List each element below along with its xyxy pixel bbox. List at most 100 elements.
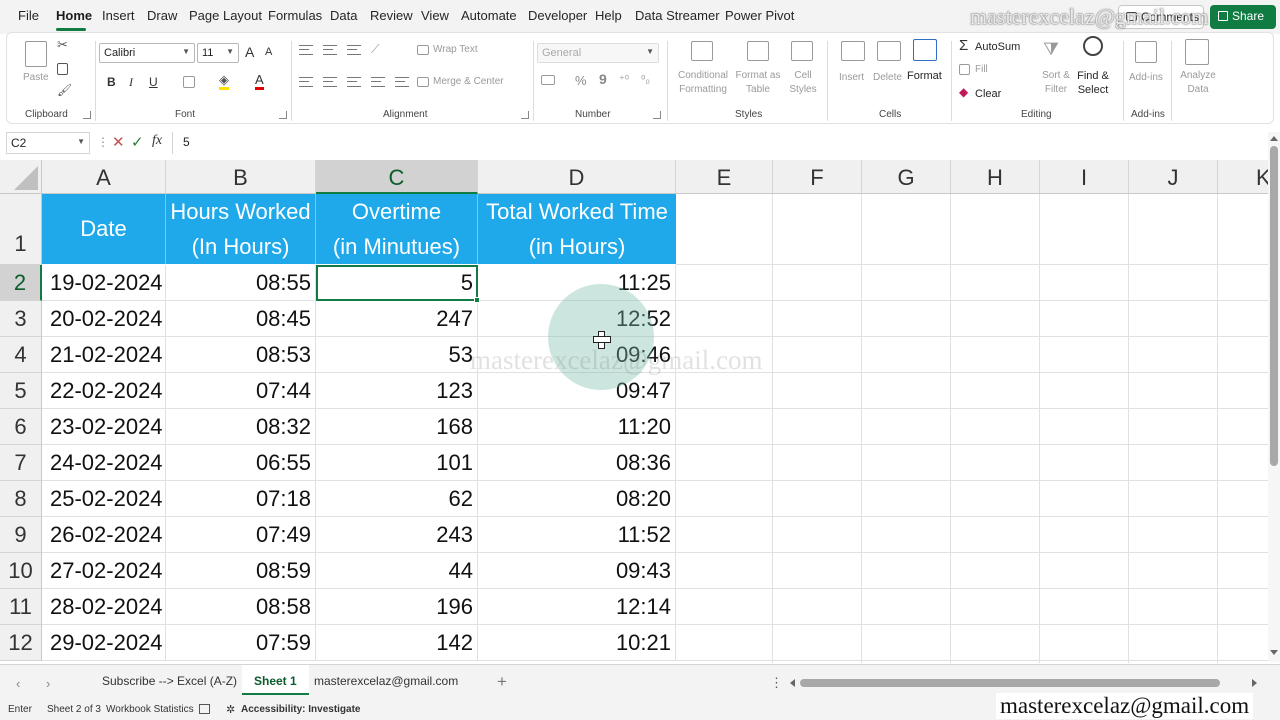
alignment-dialog-launcher-icon[interactable] — [521, 111, 529, 119]
tab-home[interactable]: Home — [56, 8, 92, 23]
italic-button[interactable]: I — [129, 75, 133, 90]
accessibility-status[interactable]: Accessibility: Investigate — [241, 704, 361, 715]
column-header-f[interactable]: F — [773, 160, 862, 194]
date-cell[interactable]: 28-02-2024 — [42, 589, 166, 625]
tab-view[interactable]: View — [421, 8, 449, 23]
header-cell-date[interactable]: Date — [42, 194, 166, 264]
column-header-j[interactable]: J — [1129, 160, 1218, 194]
insert-cells-button[interactable]: Insert — [839, 71, 864, 85]
sort-filter-button[interactable]: Sort & Filter — [1039, 69, 1073, 97]
row-header-10[interactable]: 10 — [0, 553, 42, 589]
header-cell-overtime[interactable]: Overtime (in Minutues) — [316, 194, 478, 264]
format-as-table-button[interactable]: Format as Table — [733, 69, 783, 97]
fill-color-icon[interactable]: ◈ — [219, 73, 229, 90]
horizontal-scroll-thumb[interactable] — [800, 679, 1220, 687]
row-header-12[interactable]: 12 — [0, 625, 42, 661]
comma-style-button[interactable]: 9 — [599, 71, 607, 87]
total-cell[interactable]: 11:20 — [478, 409, 676, 445]
column-header-c[interactable]: C — [316, 160, 478, 194]
sheet-tab-email[interactable]: masterexcelaz@gmail.com — [314, 674, 458, 688]
date-cell[interactable]: 19-02-2024 — [42, 265, 166, 301]
sheet-tab-subscribe[interactable]: Subscribe --> Excel (A-Z) — [102, 674, 237, 688]
fill-button[interactable]: Fill — [975, 63, 988, 77]
scroll-up-icon[interactable] — [1270, 136, 1278, 141]
workbook-statistics-button[interactable]: Workbook Statistics — [106, 704, 194, 715]
total-cell[interactable]: 09:43 — [478, 553, 676, 589]
confirm-entry-icon[interactable]: ✓ — [131, 133, 144, 151]
total-cell[interactable]: 08:36 — [478, 445, 676, 481]
copy-icon[interactable] — [57, 63, 68, 75]
tab-insert[interactable]: Insert — [102, 8, 135, 23]
tab-page-layout[interactable]: Page Layout — [189, 8, 262, 23]
vertical-scrollbar[interactable] — [1268, 132, 1280, 662]
statistics-icon[interactable] — [199, 704, 210, 714]
tab-data-streamer[interactable]: Data Streamer — [635, 8, 720, 23]
column-header-a[interactable]: A — [42, 160, 166, 194]
merge-center-button[interactable]: Merge & Center — [433, 75, 504, 89]
row-header-5[interactable]: 5 — [0, 373, 42, 409]
date-cell[interactable]: 29-02-2024 — [42, 625, 166, 661]
fill-handle[interactable] — [474, 297, 480, 303]
scroll-left-icon[interactable] — [790, 679, 795, 687]
tab-split-handle-icon[interactable]: ⋮ — [770, 675, 783, 691]
hours-cell[interactable]: 07:18 — [166, 481, 316, 517]
formula-input[interactable]: 5 — [172, 132, 1272, 154]
date-cell[interactable]: 25-02-2024 — [42, 481, 166, 517]
clipboard-dialog-launcher-icon[interactable] — [83, 111, 91, 119]
align-center-icon[interactable] — [323, 77, 337, 87]
tab-file[interactable]: File — [18, 8, 39, 23]
date-cell[interactable]: 24-02-2024 — [42, 445, 166, 481]
total-cell[interactable]: 11:52 — [478, 517, 676, 553]
analyze-data-button[interactable]: Analyze Data — [1179, 69, 1217, 97]
find-select-button[interactable]: Find & Select — [1073, 69, 1113, 97]
add-sheet-button[interactable]: + — [497, 672, 507, 692]
column-header-d[interactable]: D — [478, 160, 676, 194]
cancel-entry-icon[interactable]: ✕ — [112, 133, 125, 151]
worksheet-grid[interactable]: A B C D E F G H I J K 1 2 3 4 5 6 7 8 9 … — [0, 160, 1270, 663]
column-header-i[interactable]: I — [1040, 160, 1129, 194]
scroll-right-icon[interactable] — [1252, 679, 1257, 687]
orientation-icon[interactable]: ⟋ — [371, 42, 379, 57]
font-dialog-launcher-icon[interactable] — [279, 111, 287, 119]
date-cell[interactable]: 21-02-2024 — [42, 337, 166, 373]
prev-sheet-icon[interactable]: ‹ — [16, 676, 20, 691]
hours-cell[interactable]: 07:44 — [166, 373, 316, 409]
column-header-h[interactable]: H — [951, 160, 1040, 194]
align-top-icon[interactable] — [299, 45, 313, 55]
hours-cell[interactable]: 08:45 — [166, 301, 316, 337]
date-cell[interactable]: 23-02-2024 — [42, 409, 166, 445]
addins-button[interactable]: Add-ins — [1129, 71, 1163, 85]
align-right-icon[interactable] — [347, 77, 361, 87]
overtime-cell[interactable]: 247 — [316, 301, 478, 337]
overtime-cell[interactable]: 142 — [316, 625, 478, 661]
row-header-8[interactable]: 8 — [0, 481, 42, 517]
date-cell[interactable]: 27-02-2024 — [42, 553, 166, 589]
date-cell[interactable]: 20-02-2024 — [42, 301, 166, 337]
overtime-cell[interactable]: 101 — [316, 445, 478, 481]
hours-cell[interactable]: 08:32 — [166, 409, 316, 445]
insert-function-icon[interactable]: fx — [152, 133, 162, 149]
increase-indent-icon[interactable] — [395, 77, 409, 87]
increase-font-size-button[interactable]: A — [245, 44, 254, 60]
row-header-3[interactable]: 3 — [0, 301, 42, 337]
column-header-b[interactable]: B — [166, 160, 316, 194]
tab-data[interactable]: Data — [330, 8, 357, 23]
overtime-cell[interactable]: 44 — [316, 553, 478, 589]
align-left-icon[interactable] — [299, 77, 313, 87]
number-format-select[interactable]: General ▼ — [537, 43, 659, 63]
overtime-cell[interactable]: 168 — [316, 409, 478, 445]
align-bottom-icon[interactable] — [347, 45, 361, 55]
header-cell-hours-worked[interactable]: Hours Worked (In Hours) — [166, 194, 316, 264]
hours-cell[interactable]: 08:59 — [166, 553, 316, 589]
hours-cell[interactable]: 08:53 — [166, 337, 316, 373]
decrease-indent-icon[interactable] — [371, 77, 385, 87]
row-header-11[interactable]: 11 — [0, 589, 42, 625]
overtime-cell[interactable]: 53 — [316, 337, 478, 373]
vertical-scroll-thumb[interactable] — [1270, 146, 1278, 466]
total-cell[interactable]: 10:21 — [478, 625, 676, 661]
hours-cell[interactable]: 07:59 — [166, 625, 316, 661]
cell-styles-button[interactable]: Cell Styles — [785, 69, 821, 97]
tab-draw[interactable]: Draw — [147, 8, 177, 23]
underline-button[interactable]: U — [149, 75, 158, 89]
tab-automate[interactable]: Automate — [461, 8, 517, 23]
